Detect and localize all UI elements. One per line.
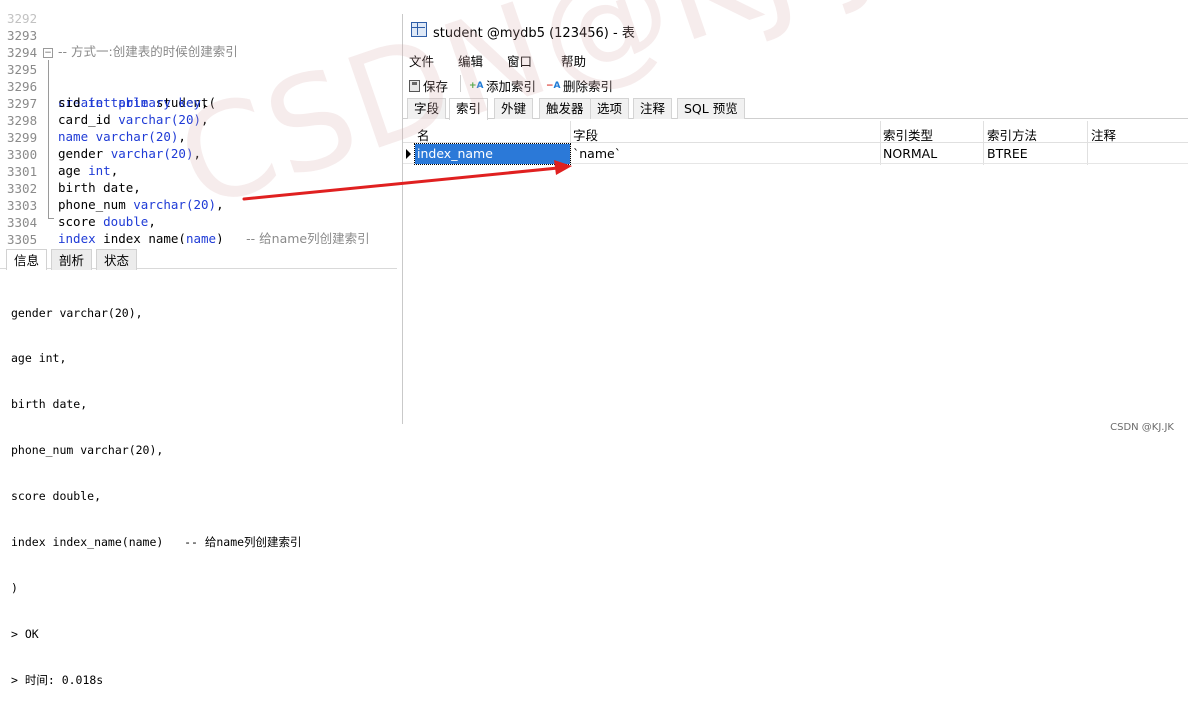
menu-help[interactable]: 帮助 xyxy=(561,51,586,70)
sql-editor[interactable]: 3292 3293 -- 方式一:创建表的时候创建索引 3294 3295 − … xyxy=(0,0,397,264)
window-title: student @mydb5 (123456) - 表 xyxy=(433,26,635,41)
tab-foreign-keys[interactable]: 外键 xyxy=(494,98,534,119)
add-index-icon: +A xyxy=(469,80,484,91)
output-line: index index_name(name) -- 给name列创建索引 xyxy=(11,535,302,550)
output-line: phone_num varchar(20), xyxy=(11,443,164,458)
column-header-index-type[interactable]: 索引类型 xyxy=(883,125,933,144)
code-line: 3303 score double, xyxy=(0,181,397,230)
tab-profile[interactable]: 剖析 xyxy=(51,249,93,270)
table-row[interactable]: index_name `name` NORMAL BTREE xyxy=(403,143,1188,165)
menu-window[interactable]: 窗口 xyxy=(507,51,532,70)
result-tab-bar: 信息 剖析 状态 xyxy=(0,247,397,270)
table-design-window: student @mydb5 (123456) - 表 文件 编辑 窗口 帮助 … xyxy=(402,14,1188,424)
column-header-index-method[interactable]: 索引方法 xyxy=(987,125,1037,144)
code-line: 3294 xyxy=(0,28,397,60)
tab-options[interactable]: 选项 xyxy=(590,98,630,119)
code-line: 3296 sid int primary key, xyxy=(0,62,397,111)
table-icon xyxy=(411,22,427,37)
title-bar: student @mydb5 (123456) - 表 xyxy=(403,14,1188,46)
output-line: ) xyxy=(11,580,18,595)
tab-triggers[interactable]: 触发器 xyxy=(539,98,591,119)
code-line: 3297 card_id varchar(20), xyxy=(0,79,397,128)
delete-index-label: 删除索引 xyxy=(563,79,614,94)
column-header-name[interactable]: 名 xyxy=(417,125,430,144)
index-fields-cell[interactable]: `name` xyxy=(573,146,621,161)
code-line: 3299 gender varchar(20), xyxy=(0,113,397,162)
tab-status[interactable]: 状态 xyxy=(96,249,138,270)
toolbar-divider xyxy=(460,75,461,92)
save-icon xyxy=(409,79,420,92)
index-name-value: index_name xyxy=(417,146,493,161)
index-type-cell[interactable]: NORMAL xyxy=(883,146,937,161)
index-method-cell[interactable]: BTREE xyxy=(987,146,1028,161)
index-grid: 名 字段 索引类型 索引方法 注释 index_name `name` NORM… xyxy=(403,121,1188,181)
output-line: score double, xyxy=(11,489,102,504)
output-line: > OK xyxy=(11,626,39,641)
code-line: 3292 xyxy=(0,0,397,26)
output-line: birth date, xyxy=(11,397,88,412)
code-line: 3295 − create table student( xyxy=(0,45,397,110)
add-index-label: 添加索引 xyxy=(486,79,537,94)
code-line: 3298 name varchar(20), xyxy=(0,96,397,145)
menu-bar: 文件 编辑 窗口 帮助 xyxy=(403,48,1188,70)
toolbar: 保存 +A 添加索引 −A 删除索引 xyxy=(403,72,1188,96)
delete-index-icon: −A xyxy=(546,80,561,91)
tab-comments[interactable]: 注释 xyxy=(633,98,673,119)
credit-text: CSDN @KJ.JK xyxy=(1110,422,1174,433)
design-tab-bar: 字段 索引 外键 触发器 选项 注释 SQL 预览 xyxy=(403,98,1188,120)
menu-edit[interactable]: 编辑 xyxy=(458,51,483,70)
column-header-comment[interactable]: 注释 xyxy=(1091,125,1116,144)
save-button[interactable]: 保存 xyxy=(409,76,448,95)
add-index-button[interactable]: +A 添加索引 xyxy=(469,76,536,95)
column-header-fields[interactable]: 字段 xyxy=(573,125,598,144)
tab-sql-preview[interactable]: SQL 预览 xyxy=(677,98,745,119)
grid-header: 名 字段 索引类型 索引方法 注释 xyxy=(403,121,1188,143)
result-panel: 信息 剖析 状态 gender varchar(20), age int, bi… xyxy=(0,244,397,687)
tab-indexes[interactable]: 索引 xyxy=(449,98,489,120)
delete-index-button[interactable]: −A 删除索引 xyxy=(546,76,613,95)
tab-info[interactable]: 信息 xyxy=(6,249,48,270)
save-button-label: 保存 xyxy=(423,79,449,94)
code-line: 3304 index index_name(name) -- 给name列创建索… xyxy=(0,198,397,247)
output-line: age int, xyxy=(11,351,67,366)
row-pointer-icon xyxy=(406,149,411,159)
fold-toggle-icon[interactable]: − xyxy=(43,48,53,58)
code-line: 3300 age int, xyxy=(0,130,397,179)
index-name-cell[interactable]: index_name xyxy=(414,143,571,165)
output-line: gender varchar(20), xyxy=(11,305,143,320)
code-line: 3301 birth date, xyxy=(0,147,397,196)
menu-file[interactable]: 文件 xyxy=(409,51,434,70)
result-output: gender varchar(20), age int, birth date,… xyxy=(11,275,302,719)
code-line: 3305 ); xyxy=(0,215,397,264)
tab-fields[interactable]: 字段 xyxy=(407,98,447,119)
code-line: 3293 -- 方式一:创建表的时候创建索引 xyxy=(0,11,397,60)
code-line: 3302 phone_num varchar(20), xyxy=(0,164,397,213)
output-line: > 时间: 0.018s xyxy=(11,672,104,687)
